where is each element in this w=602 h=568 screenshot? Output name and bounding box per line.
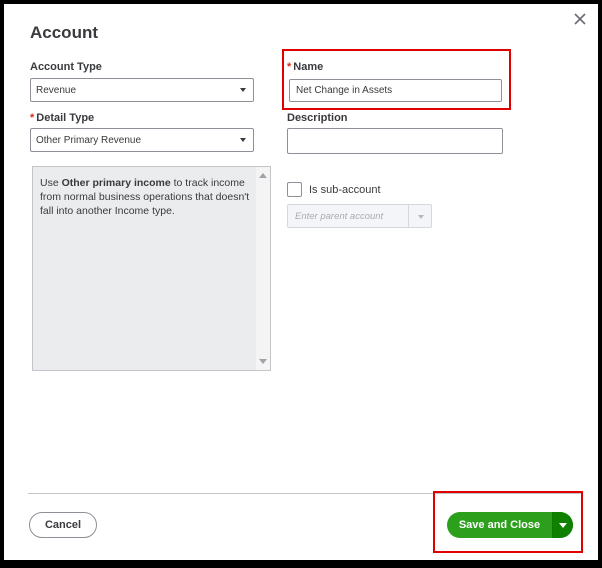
- chevron-down-icon: [240, 138, 246, 142]
- help-text-prefix: Use: [40, 177, 62, 189]
- save-options-button[interactable]: [552, 512, 573, 538]
- parent-account-select: Enter parent account: [287, 204, 432, 228]
- sub-account-label: Is sub-account: [309, 184, 381, 196]
- help-text: Use Other primary income to track income…: [40, 176, 250, 218]
- account-dialog: Account Account Type Revenue * Detail Typ…: [4, 4, 598, 560]
- description-label: Description: [287, 112, 348, 124]
- name-label: * Name: [287, 61, 323, 73]
- account-type-select[interactable]: Revenue: [30, 78, 254, 102]
- detail-type-select[interactable]: Other Primary Revenue: [30, 128, 254, 152]
- save-and-close-button[interactable]: Save and Close: [447, 512, 552, 538]
- footer-divider: [28, 493, 582, 494]
- chevron-down-icon: [240, 88, 246, 92]
- detail-type-value: Other Primary Revenue: [36, 134, 142, 146]
- required-marker: *: [30, 112, 35, 124]
- save-button-group: Save and Close: [447, 512, 573, 538]
- detail-type-help-box: Use Other primary income to track income…: [32, 166, 271, 371]
- cancel-button[interactable]: Cancel: [29, 512, 97, 538]
- scroll-down-icon[interactable]: [259, 359, 267, 364]
- sub-account-checkbox[interactable]: [287, 182, 302, 197]
- dialog-title: Account: [30, 23, 98, 42]
- detail-type-label-text: Detail Type: [36, 112, 95, 124]
- help-scrollbar[interactable]: [256, 167, 270, 370]
- detail-type-label: * Detail Type: [30, 112, 94, 124]
- close-icon[interactable]: [570, 9, 590, 29]
- name-input[interactable]: [289, 79, 502, 102]
- account-type-value: Revenue: [36, 84, 77, 96]
- account-type-label: Account Type: [30, 61, 102, 73]
- chevron-down-icon: [559, 523, 567, 528]
- scroll-up-icon[interactable]: [259, 173, 267, 178]
- parent-account-placeholder: Enter parent account: [295, 211, 384, 222]
- chevron-down-icon: [418, 215, 424, 219]
- help-text-bold: Other primary income: [61, 177, 171, 189]
- required-marker: *: [287, 61, 292, 73]
- description-input[interactable]: [287, 128, 503, 154]
- parent-select-divider: [408, 205, 409, 227]
- name-label-text: Name: [293, 61, 324, 73]
